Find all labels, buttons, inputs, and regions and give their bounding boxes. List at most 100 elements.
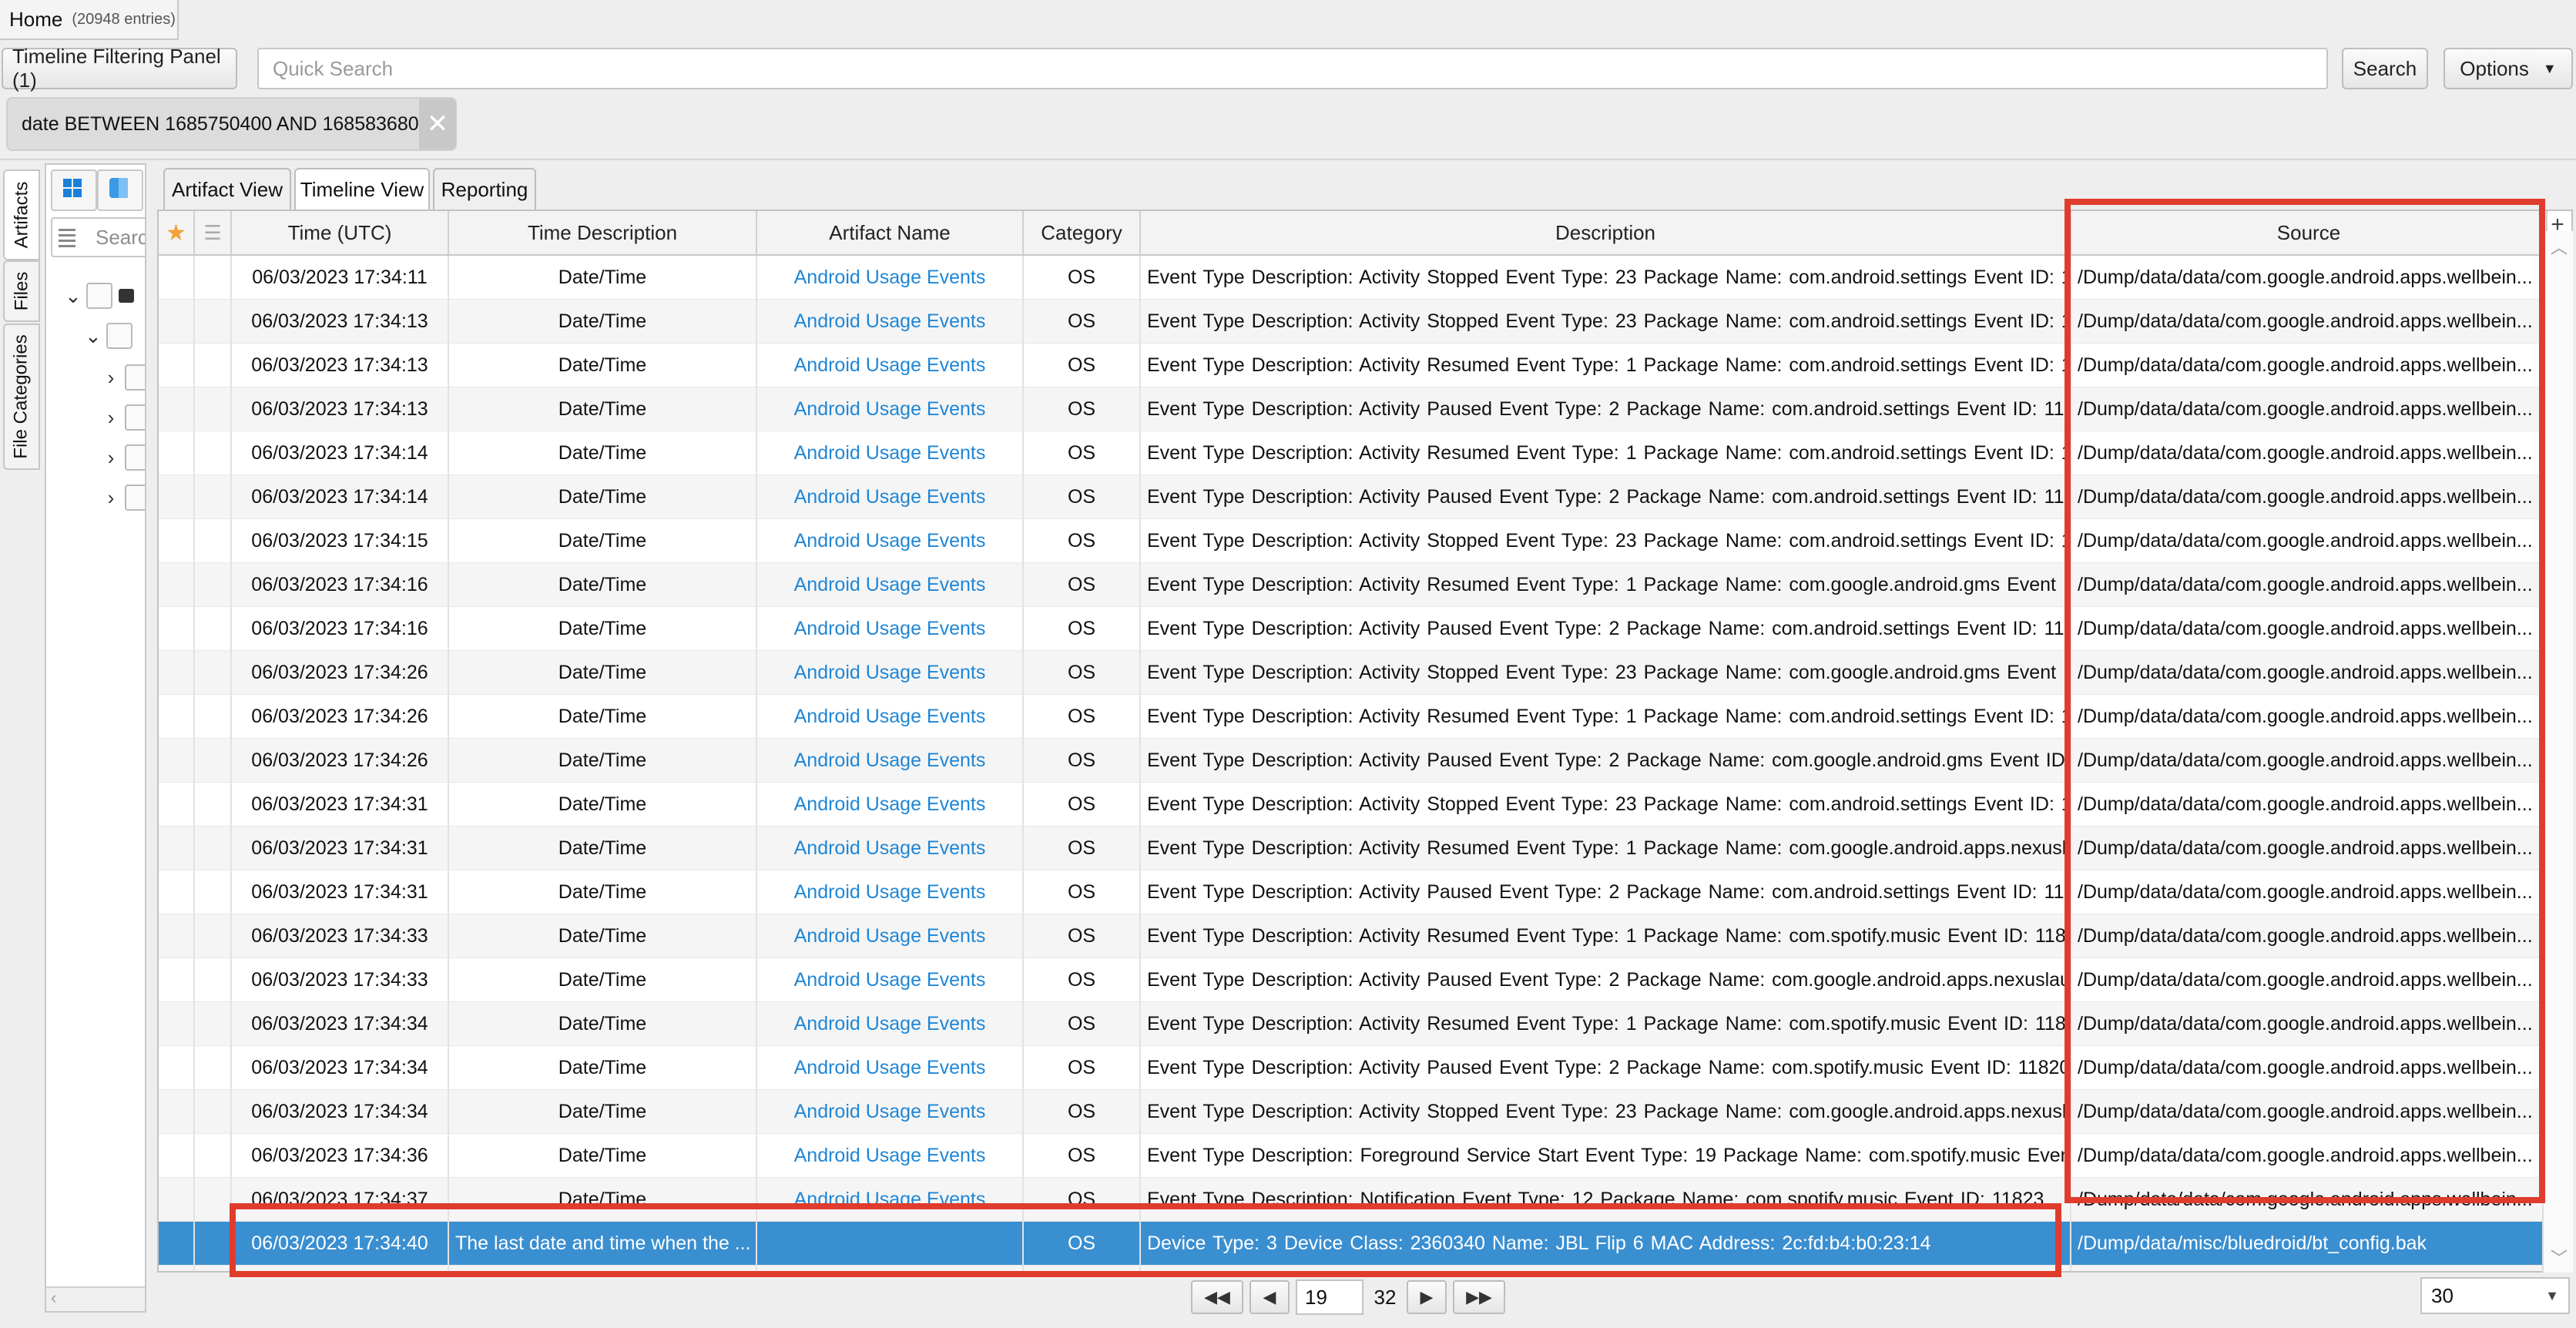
last-page-button[interactable]: ▶▶: [1453, 1280, 1505, 1314]
pagination: ◀◀ ◀ 19 32 ▶ ▶▶: [1191, 1277, 1505, 1317]
cell-time: 06/03/2023 17:34:13: [231, 299, 449, 344]
star-cell: [159, 475, 195, 519]
column-header-category[interactable]: Category: [1023, 211, 1141, 256]
mac-finder-icon[interactable]: [97, 169, 143, 211]
tree-search-placeholder: Search: [96, 225, 145, 249]
cell-category: OS: [1023, 606, 1141, 651]
cell-artifact-name[interactable]: Android Usage Events: [756, 738, 1024, 783]
next-page-button[interactable]: ▶: [1407, 1280, 1447, 1314]
tree-node-child[interactable]: ⌄: [85, 320, 132, 351]
chevron-left-icon[interactable]: ‹: [51, 1288, 56, 1308]
tab-file-categories[interactable]: File Categories: [3, 324, 40, 470]
star-cell: [159, 1089, 195, 1134]
cell-artifact-name[interactable]: Android Usage Events: [756, 343, 1024, 387]
cell-category: OS: [1023, 694, 1141, 739]
column-header-description[interactable]: Description: [1140, 211, 2071, 256]
chevron-right-icon[interactable]: ›: [103, 446, 119, 470]
chevron-down-icon[interactable]: ﹀: [2544, 1245, 2574, 1269]
previous-page-button[interactable]: ◀: [1249, 1280, 1290, 1314]
tree-checkbox[interactable]: [125, 485, 145, 511]
cell-description: Event Type Description: Foreground Servi…: [1140, 1133, 2071, 1178]
cell-artifact-name[interactable]: Android Usage Events: [756, 255, 1024, 300]
cell-artifact-name[interactable]: Android Usage Events: [756, 914, 1024, 958]
page-size-value: 30: [2431, 1283, 2454, 1307]
cell-artifact-name[interactable]: Android Usage Events: [756, 1133, 1024, 1178]
star-column-header[interactable]: ★: [159, 211, 195, 256]
tree-checkbox[interactable]: [106, 323, 132, 349]
cell-artifact-name[interactable]: Android Usage Events: [756, 694, 1024, 739]
close-icon[interactable]: ✕: [419, 99, 456, 149]
tab-artifacts[interactable]: Artifacts: [3, 169, 40, 260]
cell-artifact-name[interactable]: Android Usage Events: [756, 475, 1024, 519]
cell-artifact-name[interactable]: Android Usage Events: [756, 1089, 1024, 1134]
search-button[interactable]: Search: [2342, 48, 2428, 89]
cell-source: /Dump/data/misc/bluedroid/bt_config.bak: [2071, 1221, 2547, 1266]
cell-artifact-name[interactable]: Android Usage Events: [756, 650, 1024, 695]
cell-artifact-name[interactable]: Android Usage Events: [756, 299, 1024, 344]
tree-node-leaf[interactable]: ›: [103, 442, 145, 473]
tag-cell: [194, 606, 232, 651]
cell-artifact-name[interactable]: Android Usage Events: [756, 1001, 1024, 1046]
tab-files[interactable]: Files: [3, 260, 40, 322]
chevron-down-icon[interactable]: ⌄: [65, 284, 82, 308]
cell-time-description: Date/Time: [448, 299, 757, 344]
chevron-right-icon[interactable]: ›: [103, 406, 119, 430]
chevron-down-icon[interactable]: ⌄: [85, 324, 102, 348]
cell-artifact-name[interactable]: Android Usage Events: [756, 957, 1024, 1002]
column-header-artifact-name[interactable]: Artifact Name: [756, 211, 1024, 256]
star-cell: [159, 1001, 195, 1046]
star-cell: [159, 1045, 195, 1090]
cell-category: OS: [1023, 870, 1141, 914]
cell-category: OS: [1023, 518, 1141, 563]
cell-artifact-name[interactable]: Android Usage Events: [756, 1045, 1024, 1090]
briefcase-icon: [119, 289, 134, 303]
cell-category: OS: [1023, 299, 1141, 344]
cell-artifact-name[interactable]: Android Usage Events: [756, 562, 1024, 607]
cell-time-description: Date/Time: [448, 343, 757, 387]
quick-search-input[interactable]: [257, 48, 2328, 89]
tag-cell: [194, 475, 232, 519]
cell-time: 06/03/2023 17:34:13: [231, 387, 449, 431]
star-cell: [159, 387, 195, 431]
chevron-right-icon[interactable]: ›: [103, 486, 119, 510]
windows-icon[interactable]: [51, 169, 97, 211]
chevron-right-icon[interactable]: ›: [103, 366, 119, 390]
page-size-select[interactable]: 30 ▼: [2420, 1277, 2570, 1314]
chevron-down-icon: ▼: [2545, 1287, 2559, 1303]
tree-checkbox[interactable]: [125, 404, 145, 431]
options-button[interactable]: Options ▼: [2444, 48, 2573, 89]
chevron-up-icon[interactable]: ︿: [2544, 234, 2574, 259]
cell-time: 06/03/2023 17:34:34: [231, 1089, 449, 1134]
tree-node-root[interactable]: ⌄: [65, 280, 134, 311]
home-tab[interactable]: Home (20948 entries): [0, 0, 179, 40]
first-page-button[interactable]: ◀◀: [1191, 1280, 1243, 1314]
tag-cell: [194, 562, 232, 607]
tab-timeline-view[interactable]: Timeline View: [294, 168, 430, 210]
column-header-time[interactable]: Time (UTC): [231, 211, 449, 256]
cell-time: 06/03/2023 17:34:15: [231, 518, 449, 563]
tree-checkbox[interactable]: [125, 364, 145, 391]
cell-artifact-name[interactable]: Android Usage Events: [756, 518, 1024, 563]
tree-node-leaf[interactable]: ›: [103, 402, 145, 433]
cell-artifact-name[interactable]: Android Usage Events: [756, 431, 1024, 475]
vertical-scrollbar[interactable]: ︿ ﹀: [2542, 231, 2573, 1273]
cell-artifact-name[interactable]: Android Usage Events: [756, 782, 1024, 827]
horizontal-scrollbar[interactable]: ‹: [46, 1286, 145, 1311]
tree-node-leaf[interactable]: ›: [103, 362, 145, 393]
page-number-input[interactable]: 19: [1296, 1279, 1363, 1315]
tab-artifact-view[interactable]: Artifact View: [163, 168, 291, 210]
tag-cell: [194, 1133, 232, 1178]
star-cell: [159, 1177, 195, 1222]
cell-artifact-name[interactable]: Android Usage Events: [756, 870, 1024, 914]
tab-reporting[interactable]: Reporting: [433, 168, 536, 210]
tree-node-leaf[interactable]: ›: [103, 482, 145, 513]
tree-checkbox[interactable]: [86, 283, 112, 309]
cell-artifact-name[interactable]: Android Usage Events: [756, 826, 1024, 870]
column-header-time-description[interactable]: Time Description: [448, 211, 757, 256]
cell-artifact-name[interactable]: Android Usage Events: [756, 606, 1024, 651]
tag-column-header[interactable]: ☰: [194, 211, 232, 256]
cell-category: OS: [1023, 1133, 1141, 1178]
timeline-filtering-panel-button[interactable]: Timeline Filtering Panel (1): [2, 45, 237, 92]
tree-checkbox[interactable]: [125, 444, 145, 471]
cell-artifact-name[interactable]: Android Usage Events: [756, 387, 1024, 431]
